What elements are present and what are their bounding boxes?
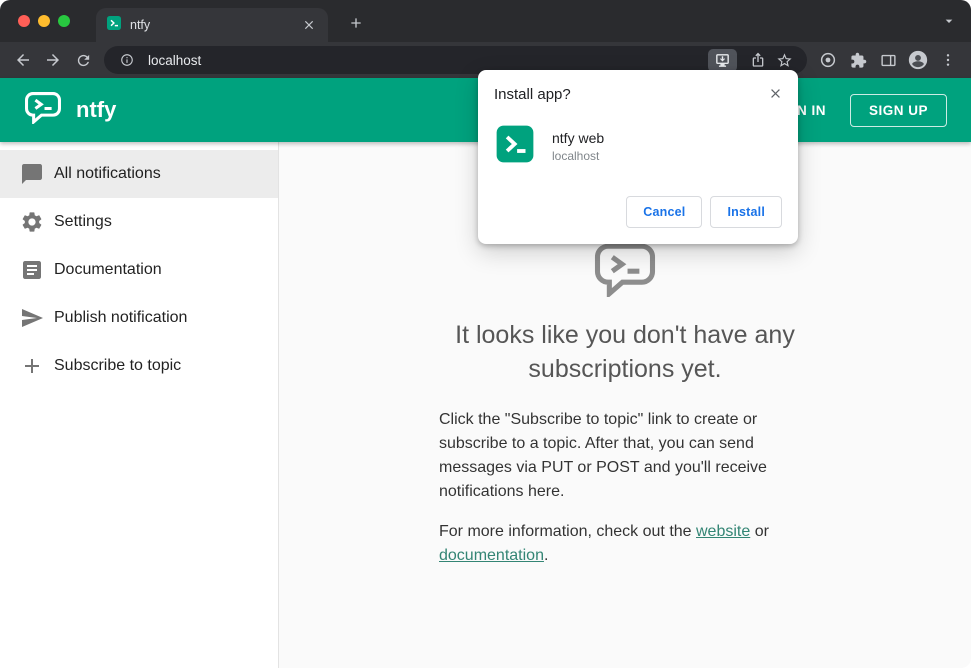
dialog-app-row: ntfy web localhost (494, 123, 782, 170)
documentation-link[interactable]: documentation (439, 547, 544, 564)
zoom-window-button[interactable] (58, 15, 70, 27)
browser-tab-ntfy[interactable]: ntfy (96, 8, 328, 42)
sidebar-item-label: Documentation (54, 261, 162, 278)
ntfy-logo-icon (24, 91, 62, 129)
sidebar-item-documentation[interactable]: Documentation (0, 246, 278, 294)
brand-title: ntfy (76, 97, 117, 122)
send-icon (20, 306, 44, 330)
site-info-icon[interactable] (114, 47, 140, 73)
dialog-actions: Cancel Install (494, 196, 782, 228)
empty-state-paragraph: Click the "Subscribe to topic" link to c… (439, 411, 767, 500)
tab-strip: ntfy (0, 0, 971, 42)
sidebar-item-all-notifications[interactable]: All notifications (0, 150, 278, 198)
sidebar-item-settings[interactable]: Settings (0, 198, 278, 246)
more-info-suffix: . (543, 547, 549, 564)
gear-icon (20, 210, 44, 234)
url-text: localhost (148, 52, 202, 68)
sign-up-button[interactable]: SIGN UP (849, 93, 947, 127)
dialog-app-origin: localhost (552, 149, 600, 163)
article-icon (20, 258, 44, 282)
extension-icon[interactable] (813, 45, 843, 75)
ntfy-app-icon (494, 123, 536, 170)
dialog-title: Install app? (494, 86, 571, 103)
tab-close-icon[interactable] (300, 16, 318, 34)
window-controls (18, 15, 70, 27)
empty-state-heading: subscriptions yet. (528, 355, 722, 383)
cancel-button[interactable]: Cancel (626, 196, 703, 228)
empty-state-copy: Click the "Subscribe to topic" link to c… (439, 408, 811, 568)
extensions-puzzle-button[interactable] (843, 45, 873, 75)
dialog-close-icon[interactable] (765, 83, 785, 103)
back-button[interactable] (8, 45, 38, 75)
chat-bubble-icon (20, 162, 44, 186)
sidebar-item-label: Settings (54, 213, 112, 230)
ntfy-favicon (106, 15, 122, 36)
sidebar-item-label: Subscribe to topic (54, 357, 182, 374)
empty-state-heading: It looks like you don't have any (455, 321, 795, 349)
new-tab-button[interactable] (342, 9, 370, 37)
forward-button[interactable] (38, 45, 68, 75)
install-app-button[interactable] (708, 48, 737, 72)
tab-title: ntfy (130, 18, 151, 32)
ntfy-logo-large-icon (593, 242, 657, 302)
minimize-window-button[interactable] (38, 15, 50, 27)
sidebar-item-label: All notifications (54, 165, 161, 182)
reload-button[interactable] (68, 45, 98, 75)
more-info-or: or (750, 523, 769, 540)
website-link[interactable]: website (696, 523, 750, 540)
tab-search-chevron-icon[interactable] (941, 13, 957, 34)
side-panel-button[interactable] (873, 45, 903, 75)
sidebar: All notifications Settings Documentation… (0, 142, 279, 668)
browser-window: ntfy localhost ntfy SIGN IN SIGN UP All … (0, 0, 971, 668)
dialog-app-name: ntfy web (552, 130, 605, 146)
install-button[interactable]: Install (710, 196, 782, 228)
sidebar-item-label: Publish notification (54, 309, 188, 326)
sidebar-item-publish-notification[interactable]: Publish notification (0, 294, 278, 342)
empty-state-more-info: For more information, check out the webs… (439, 520, 811, 568)
install-app-dialog: Install app? ntfy web localhost Cancel I… (478, 70, 798, 244)
more-info-prefix: For more information, check out the (439, 523, 696, 540)
sidebar-item-subscribe-to-topic[interactable]: Subscribe to topic (0, 342, 278, 390)
profile-avatar-button[interactable] (903, 45, 933, 75)
browser-menu-button[interactable] (933, 45, 963, 75)
plus-icon (20, 354, 44, 378)
close-window-button[interactable] (18, 15, 30, 27)
